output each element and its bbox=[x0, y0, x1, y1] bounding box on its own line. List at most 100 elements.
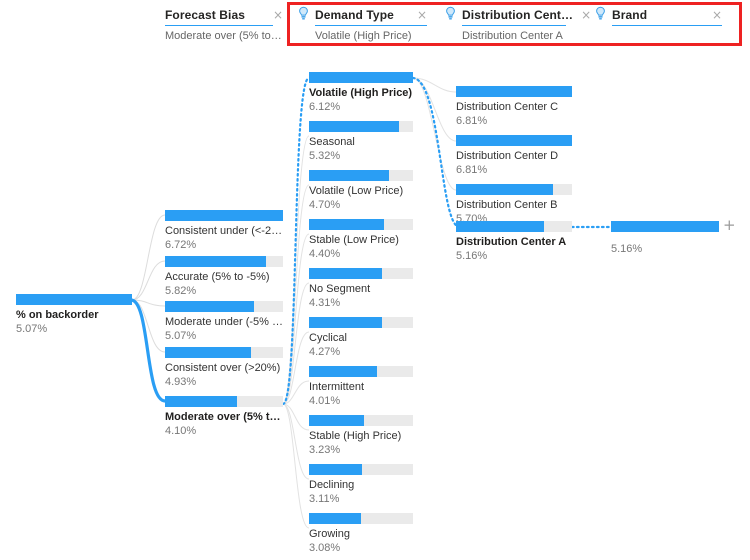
node-label: Stable (High Price) bbox=[309, 430, 402, 442]
node-value: 4.31% bbox=[309, 297, 341, 309]
tree-node-dc-2[interactable]: Distribution Center B 5.70% bbox=[456, 184, 572, 226]
level-underline bbox=[462, 25, 566, 26]
bar-track bbox=[456, 135, 572, 146]
bar-track bbox=[456, 86, 572, 97]
close-icon[interactable]: × bbox=[265, 9, 283, 21]
level-underline bbox=[315, 25, 427, 26]
brand-node-value: 5.16% bbox=[611, 243, 643, 255]
expand-plus-icon[interactable]: + bbox=[723, 218, 736, 233]
tree-node-demand-0-selected[interactable]: Volatile (High Price) 6.12% bbox=[309, 72, 413, 114]
bar-fill bbox=[309, 170, 390, 181]
tree-node-forecast-4-selected[interactable]: Moderate over (5% t… 4.10% bbox=[165, 396, 283, 438]
bar-track bbox=[456, 221, 572, 232]
node-value: 5.16% bbox=[456, 250, 488, 262]
tree-node-forecast-2[interactable]: Moderate under (-5% … 5.07% bbox=[165, 301, 283, 343]
bar-fill bbox=[309, 72, 413, 83]
node-value: 5.82% bbox=[165, 285, 197, 297]
level-header-brand[interactable]: Brand × bbox=[594, 6, 722, 48]
node-value: 5.07% bbox=[165, 330, 197, 342]
tree-node-dc-1[interactable]: Distribution Center D 6.81% bbox=[456, 135, 572, 177]
bar-fill bbox=[611, 221, 719, 232]
tree-node-demand-5[interactable]: Cyclical 4.27% bbox=[309, 317, 413, 359]
bar-fill bbox=[309, 268, 382, 279]
bar-fill bbox=[309, 513, 361, 524]
bar-track bbox=[309, 366, 413, 377]
node-value: 4.01% bbox=[309, 395, 341, 407]
level-header-distribution-center[interactable]: Distribution Cent… × Distribution Center… bbox=[444, 6, 591, 48]
level-header-forecast-bias[interactable]: Forecast Bias × Moderate over (5% to … bbox=[165, 6, 283, 48]
level-header-demand-type[interactable]: Demand Type × Volatile (High Price) bbox=[297, 6, 427, 48]
bar-fill bbox=[309, 219, 384, 230]
level-underline bbox=[612, 25, 722, 26]
bar-track bbox=[16, 294, 132, 305]
node-value: 4.27% bbox=[309, 346, 341, 358]
decomposition-tree-canvas: Forecast Bias × Moderate over (5% to … D… bbox=[0, 0, 750, 560]
tree-node-forecast-0[interactable]: Consistent under (<-2… 6.72% bbox=[165, 210, 283, 252]
tree-node-dc-0[interactable]: Distribution Center C 6.81% bbox=[456, 86, 572, 128]
tree-node-forecast-1[interactable]: Accurate (5% to -5%) 5.82% bbox=[165, 256, 283, 298]
tree-node-demand-1[interactable]: Seasonal 5.32% bbox=[309, 121, 413, 163]
bar-fill bbox=[456, 221, 545, 232]
tree-node-demand-8[interactable]: Declining 3.11% bbox=[309, 464, 413, 506]
node-label: Moderate over (5% t… bbox=[165, 411, 281, 423]
node-label: Accurate (5% to -5%) bbox=[165, 271, 270, 283]
tree-node-root[interactable]: % on backorder 5.07% bbox=[16, 294, 132, 336]
bar-track bbox=[309, 415, 413, 426]
bar-fill bbox=[309, 317, 382, 328]
node-label: Distribution Center A bbox=[456, 236, 567, 248]
lightbulb-icon bbox=[444, 6, 457, 21]
tree-node-demand-4[interactable]: No Segment 4.31% bbox=[309, 268, 413, 310]
bar-fill bbox=[165, 396, 237, 407]
close-icon[interactable]: × bbox=[409, 9, 427, 21]
bar-track bbox=[309, 464, 413, 475]
node-value: 4.10% bbox=[165, 425, 197, 437]
level-title: Brand bbox=[612, 7, 648, 22]
tree-node-demand-7[interactable]: Stable (High Price) 3.23% bbox=[309, 415, 413, 457]
node-label: Volatile (Low Price) bbox=[309, 185, 404, 197]
tree-node-demand-2[interactable]: Volatile (Low Price) 4.70% bbox=[309, 170, 413, 212]
node-label: No Segment bbox=[309, 283, 371, 295]
bar-fill bbox=[309, 121, 400, 132]
bar-track bbox=[165, 301, 283, 312]
node-label: Distribution Center D bbox=[456, 150, 559, 162]
level-underline bbox=[165, 25, 273, 26]
lightbulb-icon bbox=[594, 6, 607, 21]
bar-fill bbox=[165, 210, 283, 221]
bar-track bbox=[309, 170, 413, 181]
bar-fill bbox=[456, 86, 572, 97]
bar-track bbox=[309, 219, 413, 230]
bar-track bbox=[165, 210, 283, 221]
bar-track bbox=[456, 184, 572, 195]
node-value: 4.70% bbox=[309, 199, 341, 211]
bar-track bbox=[309, 268, 413, 279]
bar-fill bbox=[16, 294, 132, 305]
node-value: 6.72% bbox=[165, 239, 197, 251]
node-label: Declining bbox=[309, 479, 355, 491]
close-icon[interactable]: × bbox=[704, 9, 722, 21]
bar-track bbox=[165, 256, 283, 267]
bar-fill bbox=[309, 464, 363, 475]
tree-node-brand-0[interactable] bbox=[611, 221, 719, 236]
node-label: Moderate under (-5% … bbox=[165, 316, 283, 328]
node-label: Distribution Center C bbox=[456, 101, 559, 113]
node-label: Seasonal bbox=[309, 136, 355, 148]
node-label: Growing bbox=[309, 528, 350, 540]
tree-node-demand-6[interactable]: Intermittent 4.01% bbox=[309, 366, 413, 408]
tree-node-dc-3-selected[interactable]: Distribution Center A 5.16% bbox=[456, 221, 572, 263]
node-value: 6.81% bbox=[456, 115, 488, 127]
level-header-bar: Forecast Bias × Moderate over (5% to … D… bbox=[0, 0, 750, 52]
level-title: Forecast Bias bbox=[165, 7, 246, 22]
bar-fill bbox=[165, 347, 252, 358]
tree-node-demand-3[interactable]: Stable (Low Price) 4.40% bbox=[309, 219, 413, 261]
node-value: 5.32% bbox=[309, 150, 341, 162]
node-label: Consistent under (<-2… bbox=[165, 225, 283, 237]
node-value: 3.23% bbox=[309, 444, 341, 456]
node-value: 5.07% bbox=[16, 323, 48, 335]
tree-node-demand-9[interactable]: Growing 3.08% bbox=[309, 513, 413, 555]
close-icon[interactable]: × bbox=[573, 9, 591, 21]
bar-fill bbox=[309, 366, 377, 377]
node-value: 3.08% bbox=[309, 542, 341, 554]
node-label: Volatile (High Price) bbox=[309, 87, 413, 99]
tree-node-forecast-3[interactable]: Consistent over (>20%) 4.93% bbox=[165, 347, 283, 389]
node-label: % on backorder bbox=[16, 309, 99, 321]
